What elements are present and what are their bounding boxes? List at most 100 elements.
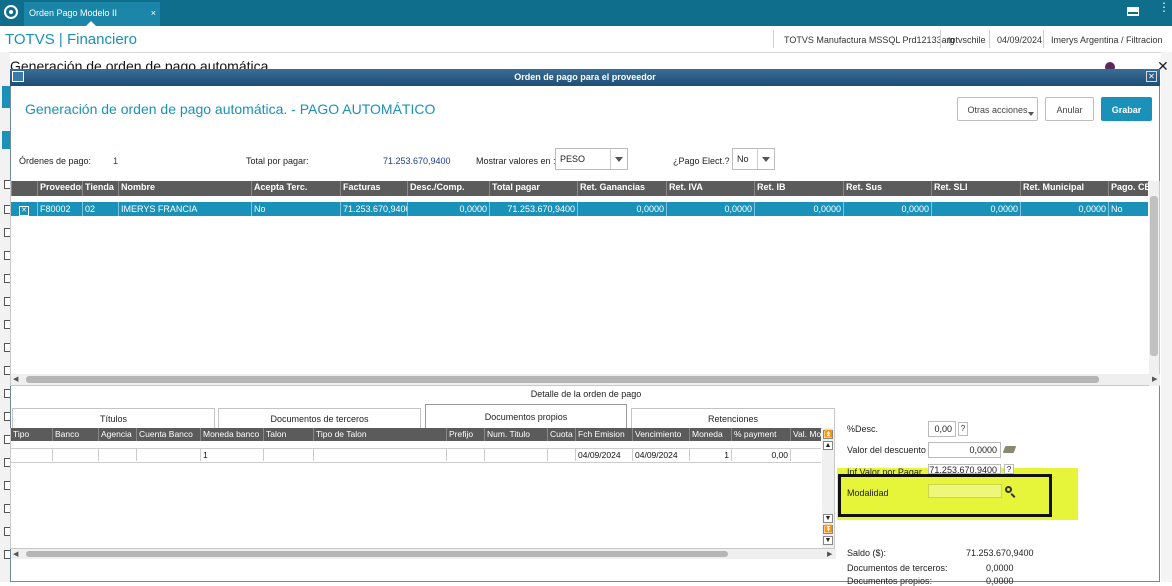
- detail-section-label: Detalle de la orden de pago: [530, 389, 642, 399]
- scroll-down-icon[interactable]: ▼: [823, 514, 833, 523]
- more-menu-icon[interactable]: ⋮: [1158, 1, 1170, 13]
- chevron-down-icon: [610, 149, 627, 169]
- column-header[interactable]: Ret. IVA: [666, 181, 754, 196]
- column-header[interactable]: Val. Mon: [790, 428, 821, 441]
- column-header[interactable]: Cuota: [547, 428, 575, 441]
- totvs-logo-icon[interactable]: [4, 5, 18, 19]
- scrollbar-thumb[interactable]: [26, 551, 728, 557]
- grid-cell[interactable]: 1: [200, 449, 263, 461]
- valor-descuento-input[interactable]: 0,0000: [928, 442, 1001, 458]
- grid-cell[interactable]: [790, 449, 821, 461]
- scroll-right-icon[interactable]: ▶: [1152, 375, 1157, 383]
- column-header-check[interactable]: [11, 181, 37, 196]
- dialog-close-icon[interactable]: ✕: [1146, 71, 1157, 82]
- pago-elect-select[interactable]: No: [732, 148, 775, 170]
- column-header[interactable]: Acepta Terc.: [251, 181, 340, 196]
- column-header[interactable]: Ret. Ganancias: [577, 181, 666, 196]
- grid-cell[interactable]: [11, 449, 52, 461]
- column-header[interactable]: Agencia: [98, 428, 136, 441]
- column-header[interactable]: Ret. Sus: [843, 181, 931, 196]
- column-header[interactable]: % payment: [731, 428, 790, 441]
- grid-cell[interactable]: [52, 449, 98, 461]
- column-header[interactable]: Moneda banco: [200, 428, 263, 441]
- ordenes-value: 1: [113, 156, 119, 166]
- column-header[interactable]: Nombre: [118, 181, 251, 196]
- mostrar-label: Mostrar valores en :: [476, 156, 556, 166]
- company-label: Imerys Argentina / Filtracion: [1051, 35, 1163, 45]
- column-header[interactable]: Vencimiento: [632, 428, 689, 441]
- scroll-bottom-icon[interactable]: ⏬: [823, 525, 833, 534]
- column-header[interactable]: Talon: [263, 428, 313, 441]
- scroll-left-icon[interactable]: ◀: [13, 375, 18, 383]
- otras-acciones-button[interactable]: Otras acciones: [957, 97, 1038, 121]
- column-header[interactable]: Ret. IB: [754, 181, 843, 196]
- grid-cell[interactable]: [547, 449, 575, 461]
- top-tab-bar: [0, 0, 1172, 26]
- grid-cell[interactable]: 04/09/2024: [575, 449, 632, 461]
- grid-cell[interactable]: [98, 449, 136, 461]
- scroll-down-icon[interactable]: ▼: [823, 536, 833, 545]
- grid-cell[interactable]: 04/09/2024: [632, 449, 689, 461]
- table-row[interactable]: ✕ F80002 02 IMERYS FRANCIA No 71.253.670…: [11, 202, 1148, 216]
- grid-cell[interactable]: [484, 449, 547, 461]
- grabar-button[interactable]: Grabar: [1101, 97, 1152, 121]
- grid-cell[interactable]: 0,00: [731, 449, 790, 461]
- tab-documentos-propios[interactable]: Documentos propios: [425, 404, 627, 428]
- grid-cell[interactable]: 1: [689, 449, 731, 461]
- search-icon[interactable]: [1005, 486, 1012, 493]
- modalidad-label: Modalidad: [847, 488, 889, 498]
- tab-close-icon[interactable]: ×: [151, 2, 156, 24]
- anular-button[interactable]: Anular: [1045, 97, 1094, 121]
- column-header[interactable]: Tipo: [11, 428, 52, 441]
- help-button[interactable]: ?: [958, 422, 968, 436]
- row-checkbox[interactable]: ✕: [11, 202, 37, 216]
- column-header[interactable]: Fch Emision: [575, 428, 632, 441]
- checked-icon: ✕: [19, 206, 29, 216]
- tab-retenciones[interactable]: Retenciones: [631, 408, 835, 428]
- column-header[interactable]: Cuenta Banco: [136, 428, 200, 441]
- grid-header: Proveedor Tienda Nombre Acepta Terc. Fac…: [11, 181, 1148, 196]
- grid-cell[interactable]: [136, 449, 200, 461]
- grid-cell[interactable]: [446, 449, 484, 461]
- column-header[interactable]: Banco: [52, 428, 98, 441]
- tab-orden-pago[interactable]: Orden Pago Modelo II [02.9.0006] ×: [24, 2, 160, 40]
- grid-cell[interactable]: [313, 449, 446, 461]
- inf-valor-input[interactable]: 71.253.670,9400: [928, 464, 1001, 474]
- column-header[interactable]: Proveedor: [37, 181, 82, 196]
- dialog-title: Orden de pago para el proveedor: [10, 69, 1160, 86]
- scroll-up-icon[interactable]: ▲: [823, 441, 833, 450]
- column-header[interactable]: Tipo de Talon: [313, 428, 446, 441]
- column-header[interactable]: Pago. CBU: [1108, 181, 1148, 196]
- divider: [773, 30, 774, 48]
- grid-cell[interactable]: [263, 449, 313, 461]
- column-header[interactable]: Prefijo: [446, 428, 484, 441]
- column-header[interactable]: Ret. Municipal: [1020, 181, 1108, 196]
- column-header[interactable]: Num. Titulo: [484, 428, 547, 441]
- total-label: Total por pagar:: [246, 156, 309, 166]
- table-row[interactable]: 1 04/09/2024 04/09/2024 1 0,00: [11, 448, 821, 463]
- desc-input[interactable]: 0,00: [928, 421, 956, 437]
- grid-cell: No: [251, 202, 340, 216]
- mail-icon[interactable]: [1127, 7, 1139, 16]
- column-header[interactable]: Total pagar: [489, 181, 577, 196]
- modalidad-input[interactable]: [928, 484, 1002, 498]
- desc-label: %Desc.: [847, 424, 879, 434]
- column-header[interactable]: Desc./Comp.: [407, 181, 489, 196]
- column-header[interactable]: Moneda: [689, 428, 731, 441]
- help-button[interactable]: ?: [1004, 464, 1014, 474]
- lower-grid-header: Tipo Banco Agencia Cuenta Banco Moneda b…: [11, 428, 821, 441]
- scrollbar-thumb[interactable]: [1150, 196, 1158, 356]
- column-header[interactable]: Ret. SLI: [931, 181, 1020, 196]
- tab-documentos-terceros[interactable]: Documentos de terceros: [218, 408, 421, 428]
- grid-cell: 0,0000: [577, 202, 666, 216]
- moneda-select[interactable]: PESO: [555, 148, 628, 170]
- scroll-left-icon[interactable]: ◀: [13, 550, 18, 558]
- scrollbar-thumb[interactable]: [26, 376, 1099, 383]
- column-header[interactable]: Tienda: [82, 181, 118, 196]
- grid-cell: 02: [82, 202, 118, 216]
- column-header[interactable]: Facturas: [340, 181, 407, 196]
- tab-titulos[interactable]: Títulos: [12, 408, 215, 428]
- scroll-right-icon[interactable]: ▶: [827, 550, 832, 558]
- saldo-value: 71.253.670,9400: [966, 548, 1034, 558]
- scroll-top-icon[interactable]: ⏫: [823, 430, 833, 439]
